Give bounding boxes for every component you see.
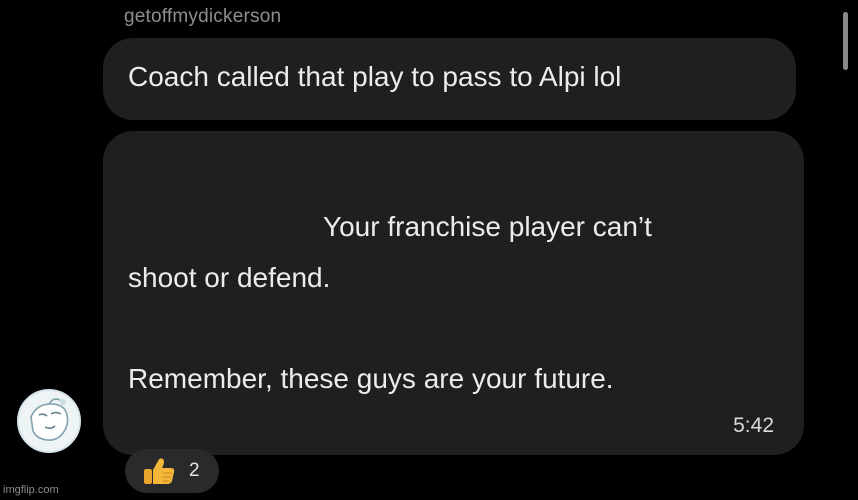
- reaction-pill[interactable]: 2: [125, 449, 219, 493]
- message-text: Coach called that play to pass to Alpi l…: [128, 61, 622, 92]
- watermark: imgflip.com: [3, 484, 59, 496]
- scrollbar-thumb[interactable]: [843, 12, 848, 70]
- avatar[interactable]: [17, 389, 81, 453]
- message-timestamp: 5:42: [733, 414, 774, 437]
- message-bubble[interactable]: Your franchise player can’t shoot or def…: [103, 131, 804, 455]
- message-text-line: shoot or defend.: [128, 262, 331, 293]
- sender-name[interactable]: getoffmydickerson: [124, 6, 281, 28]
- thumbs-up-icon: [144, 458, 175, 484]
- message-text-line: Remember, these guys are your future.: [128, 363, 614, 394]
- message-bubble[interactable]: Coach called that play to pass to Alpi l…: [103, 38, 796, 120]
- message-text-line: Your franchise player can’t: [323, 211, 652, 242]
- avatar-illustration: [19, 391, 79, 451]
- reaction-count: 2: [189, 460, 200, 481]
